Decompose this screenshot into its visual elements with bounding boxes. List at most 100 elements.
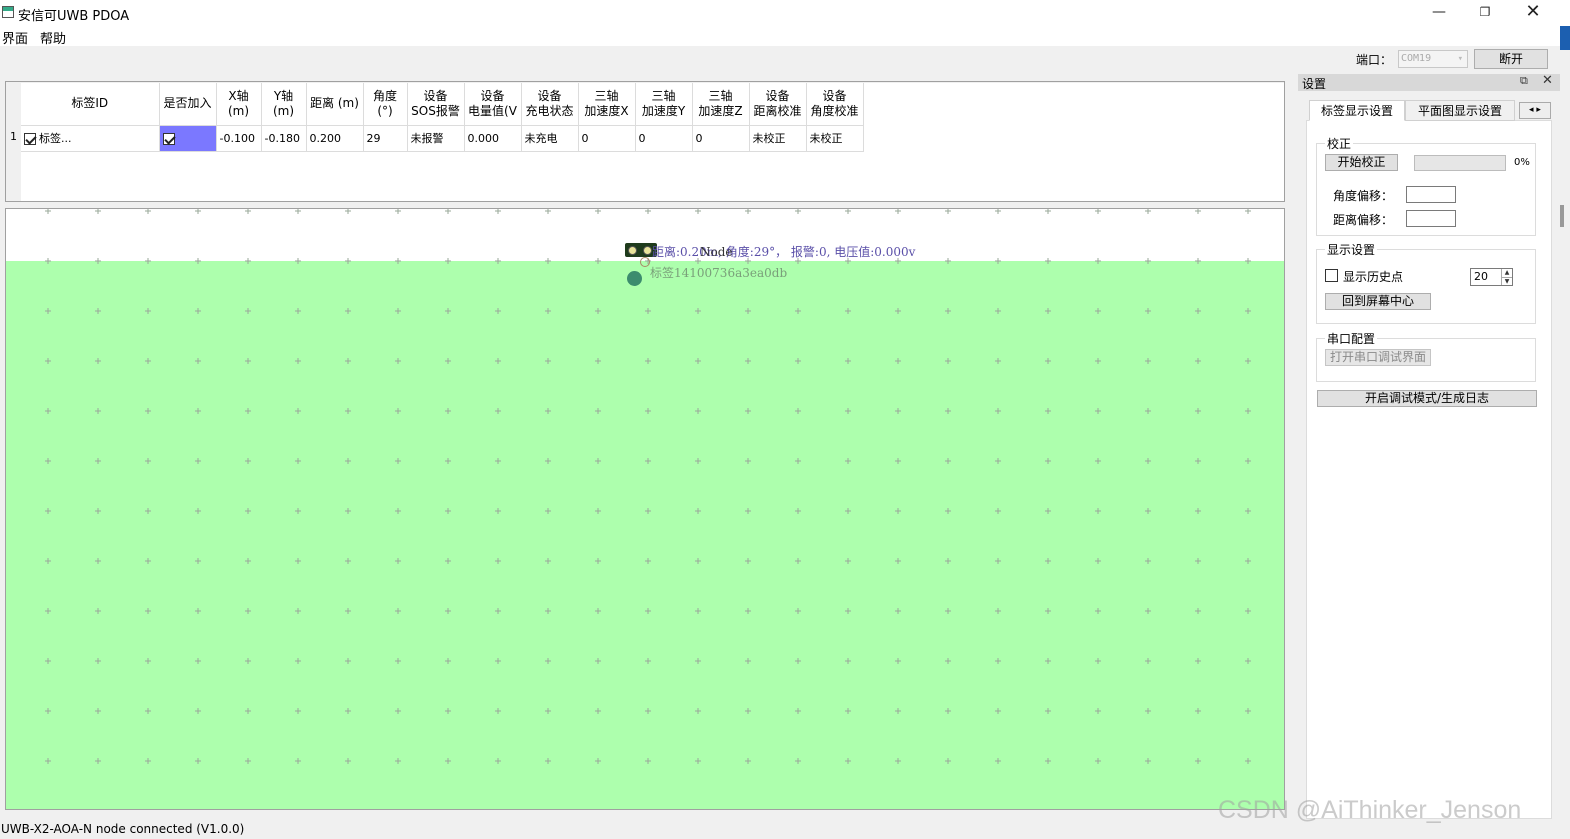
close-icon[interactable]: ✕ <box>1542 73 1553 88</box>
grid-cross <box>145 358 151 364</box>
column-header[interactable]: 三轴 加速度Y <box>635 83 693 126</box>
grid-cross <box>1245 658 1251 664</box>
grid-cross <box>995 508 1001 514</box>
tab-plane-display[interactable]: 平面图显示设置 <box>1405 100 1515 121</box>
disconnect-button[interactable]: 断开 <box>1474 49 1548 69</box>
calibration-group-title: 校正 <box>1325 135 1354 152</box>
accel-z-cell: 0 <box>692 125 750 152</box>
show-history-checkbox[interactable] <box>1325 269 1338 282</box>
grid-cross <box>45 258 51 264</box>
column-header[interactable]: 标签ID <box>21 83 160 126</box>
grid-cross <box>495 558 501 564</box>
grid-cross <box>745 358 751 364</box>
grid-cross <box>895 658 901 664</box>
grid-cross <box>195 308 201 314</box>
grid-cross <box>845 558 851 564</box>
distance-offset-input[interactable] <box>1406 210 1456 227</box>
history-count-spinbox[interactable]: 20 ▲ ▼ <box>1470 268 1513 286</box>
plane-view[interactable]: 距离:0.20m, 角度:29°， 报警:0, 电压值:0.000v Node … <box>5 208 1285 810</box>
grid-cross <box>595 308 601 314</box>
minimize-button[interactable]: — <box>1416 0 1462 26</box>
column-header[interactable]: 三轴 加速度Z <box>692 83 750 126</box>
settings-title: 设置 <box>1302 77 1327 91</box>
grid-cross <box>995 258 1001 264</box>
spin-down-icon[interactable]: ▼ <box>1501 277 1512 285</box>
debug-mode-button[interactable]: 开启调试模式/生成日志 <box>1317 390 1537 407</box>
column-header[interactable]: 设备 电量值(V <box>464 83 522 126</box>
start-calibration-button[interactable]: 开始校正 <box>1325 154 1398 171</box>
float-icon[interactable]: ⧉ <box>1520 74 1528 88</box>
grid-cross <box>345 308 351 314</box>
column-header[interactable]: 设备 角度校准 <box>806 83 864 126</box>
grid-cross <box>795 658 801 664</box>
angle-offset-input[interactable] <box>1406 186 1456 203</box>
tag-id-cell[interactable]: 标签... <box>21 125 160 152</box>
open-serial-debug-button[interactable]: 打开串口调试界面 <box>1325 349 1431 366</box>
watermark: CSDN @AiThinker_Jenson <box>1218 796 1522 824</box>
maximize-button[interactable]: ❐ <box>1462 0 1508 26</box>
grid-cross <box>245 508 251 514</box>
grid-cross <box>645 708 651 714</box>
close-button[interactable]: ✕ <box>1510 0 1556 26</box>
tab-scroll-arrows[interactable]: ◂ ▸ <box>1519 102 1551 119</box>
grid-cross <box>345 358 351 364</box>
grid-cross <box>345 608 351 614</box>
grid-cross <box>95 458 101 464</box>
column-header[interactable]: X轴 (m) <box>216 83 262 126</box>
grid-cross <box>595 508 601 514</box>
column-header[interactable]: 三轴 加速度X <box>578 83 636 126</box>
menu-bar: 界面 帮助 <box>0 26 1570 47</box>
grid-cross <box>695 608 701 614</box>
grid-cross <box>545 308 551 314</box>
spin-up-icon[interactable]: ▲ <box>1501 269 1512 277</box>
display-group: 显示设置 <box>1316 241 1536 324</box>
tag-visible-checkbox[interactable] <box>24 133 36 145</box>
grid-cross <box>395 209 401 214</box>
column-header[interactable]: 设备 距离校准 <box>749 83 807 126</box>
recenter-button[interactable]: 回到屏幕中心 <box>1325 293 1431 310</box>
grid-cross <box>895 408 901 414</box>
table-row[interactable]: 标签... -0.100 -0.180 0.200 29 未报警 0.000 未… <box>21 125 864 152</box>
grid-cross <box>545 658 551 664</box>
scrollbar-thumb[interactable] <box>1560 205 1564 227</box>
grid-cross <box>745 558 751 564</box>
grid-cross <box>1195 358 1201 364</box>
column-header[interactable]: 角度 (°) <box>363 83 408 126</box>
grid-cross <box>495 758 501 764</box>
grid-cross <box>45 408 51 414</box>
grid-cross <box>595 708 601 714</box>
grid-cross <box>595 558 601 564</box>
joined-checkbox[interactable] <box>162 132 175 145</box>
antenna-icon <box>643 246 652 255</box>
grid-cross <box>95 358 101 364</box>
grid-cross <box>695 708 701 714</box>
grid-cross <box>1095 358 1101 364</box>
grid-cross <box>695 758 701 764</box>
column-header[interactable]: 设备 充电状态 <box>521 83 579 126</box>
grid-cross <box>945 658 951 664</box>
grid-cross <box>795 308 801 314</box>
title-bar: 安信可UWB PDOA — ❐ ✕ <box>0 0 1570 26</box>
menu-view[interactable]: 界面 <box>2 28 28 47</box>
grid-cross <box>1245 209 1251 214</box>
grid-cross <box>895 758 901 764</box>
column-header[interactable]: 距离 (m) <box>306 83 364 126</box>
menu-help[interactable]: 帮助 <box>40 28 66 47</box>
port-select[interactable]: COM19 ▾ <box>1398 50 1468 68</box>
grid-cross <box>495 358 501 364</box>
tag-marker[interactable] <box>627 271 642 286</box>
column-header[interactable]: 是否加入 <box>159 83 217 126</box>
grid-cross <box>795 408 801 414</box>
accel-y-cell: 0 <box>635 125 693 152</box>
joined-cell[interactable] <box>159 125 217 152</box>
grid-cross <box>145 308 151 314</box>
charging-cell: 未充电 <box>521 125 579 152</box>
grid-cross <box>845 408 851 414</box>
column-header[interactable]: Y轴 (m) <box>261 83 307 126</box>
grid-cross <box>1245 408 1251 414</box>
grid-cross <box>395 708 401 714</box>
grid-cross <box>945 608 951 614</box>
grid-cross <box>95 708 101 714</box>
tab-tag-display[interactable]: 标签显示设置 <box>1309 100 1405 121</box>
column-header[interactable]: 设备 SOS报警 <box>407 83 465 126</box>
